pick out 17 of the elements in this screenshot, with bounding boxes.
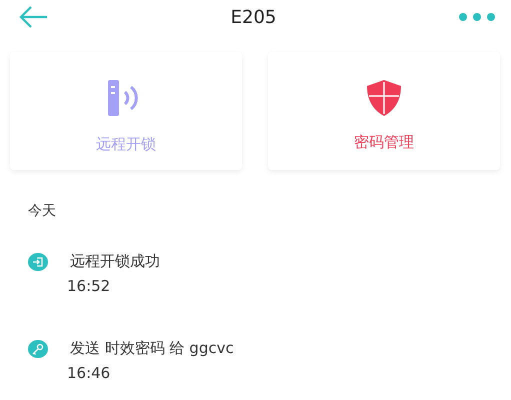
action-card[interactable]: 远程开锁 <box>10 52 242 170</box>
action-label: 远程开锁 <box>96 135 156 154</box>
event-time: 16:46 <box>67 364 112 382</box>
action-label: 密码管理 <box>354 133 414 152</box>
date-heading: 今天 <box>28 202 57 220</box>
back-button[interactable] <box>18 5 48 29</box>
event-time: 16:52 <box>67 277 112 295</box>
more-icon <box>458 13 495 21</box>
sign-in-icon <box>28 252 48 270</box>
event-text: 发送 时效密码 给 ggcvc <box>70 339 235 358</box>
more-button[interactable] <box>458 13 495 21</box>
key-icon <box>28 340 48 358</box>
event-text: 远程开锁成功 <box>70 252 161 271</box>
action-card[interactable]: 密码管理 <box>268 52 500 170</box>
page-title: E205 <box>230 6 276 28</box>
shield-icon <box>367 80 401 116</box>
back-arrow-icon <box>18 5 48 29</box>
